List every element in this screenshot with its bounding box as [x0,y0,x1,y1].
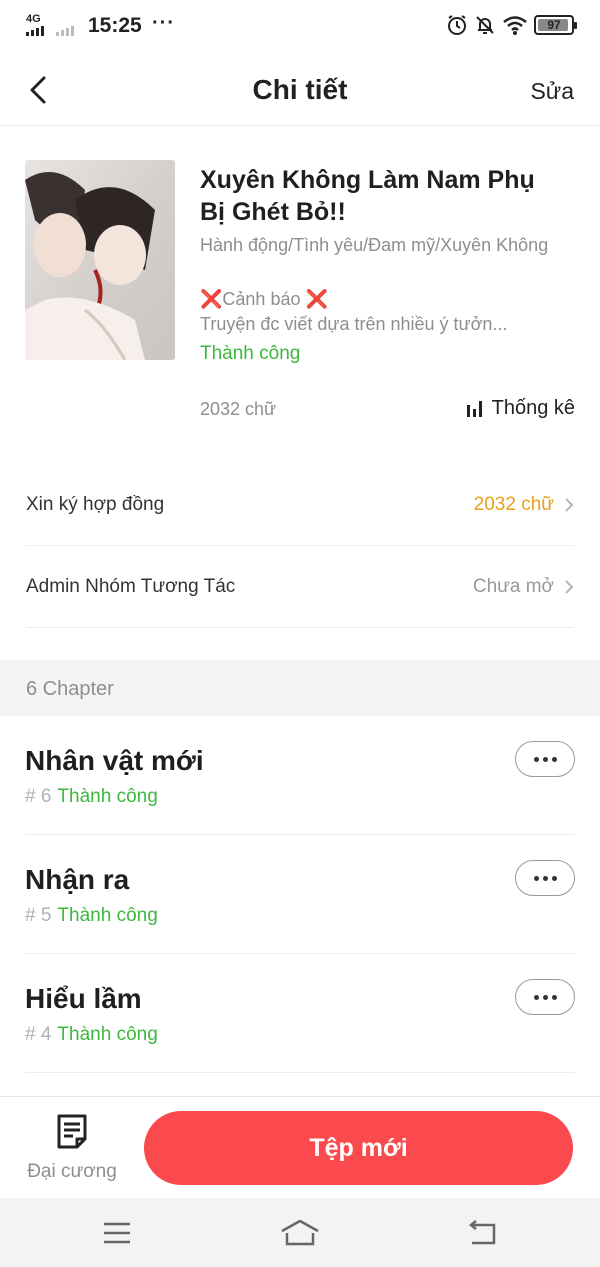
contract-request-row[interactable]: Xin ký hợp đồng 2032 chữ [26,464,574,546]
outline-label: Đại cương [27,1161,117,1182]
document-list-icon [57,1114,87,1149]
chapter-number: # 5 [25,905,52,926]
chapter-item[interactable]: Nhân vật mới # 6 Thành công [25,716,575,835]
clock: 15:25 [88,14,142,37]
back-nav-icon[interactable] [462,1216,502,1250]
book-title: Xuyên Không Làm Nam Phụ Bị Ghét Bỏ!! [200,166,535,226]
chapter-title: Hiểu lầm [25,983,142,1014]
new-file-button[interactable]: Tệp mới [144,1111,573,1185]
mute-bell-icon [476,16,494,34]
contract-request-label: Xin ký hợp đồng [26,493,165,515]
bar-chart-icon [466,400,482,417]
home-icon[interactable] [280,1216,320,1250]
chapter-section-header: 6 Chapter [0,660,600,716]
signal-icon: 4G [26,12,74,36]
battery-level: 97 [547,18,561,32]
chapter-status: Thành công [57,905,158,926]
book-cover-image[interactable] [25,160,175,360]
status-bar: 4G 15:25 ··· 97 [0,0,600,54]
book-info: Xuyên Không Làm Nam Phụ Bị Ghét Bỏ!! Hàn… [25,160,575,440]
group-admin-value: Chưa mở [472,575,554,597]
chapter-status: Thành công [57,786,158,807]
edit-button[interactable]: Sửa [530,78,574,105]
book-warning: ❌Cảnh báo ❌ [200,289,328,309]
book-status: Thành công [200,343,301,364]
system-nav-bar [0,1198,600,1267]
book-word-count: 2032 chữ [200,399,277,419]
chevron-right-icon [565,579,574,594]
chapter-more-button[interactable] [515,979,575,1015]
stats-button[interactable]: Thống kê [466,397,575,420]
book-description: Truyện đc viết dựa trên nhiều ý tưởn... [200,314,508,334]
contract-request-value: 2032 chữ [473,493,554,515]
chapter-count: 6 Chapter [26,678,114,700]
alarm-icon [448,15,466,35]
page-title: Chi tiết [252,74,348,105]
group-admin-label: Admin Nhóm Tương Tác [26,575,236,597]
chapter-more-button[interactable] [515,741,575,777]
top-nav-bar: Chi tiết Sửa [0,54,600,126]
group-admin-row[interactable]: Admin Nhóm Tương Tác Chưa mở [26,546,574,628]
signal-indicator: 4G [26,12,74,36]
chapter-title: Nhân vật mới [25,745,204,776]
network-type: 4G [26,13,41,25]
book-genres: Hành động/Tình yêu/Đam mỹ/Xuyên Không [200,235,549,255]
chapter-item[interactable]: Hiểu lầm # 4 Thành công [25,954,575,1073]
chapter-more-button[interactable] [515,860,575,896]
wifi-icon [503,16,527,35]
chapter-title: Nhận ra [25,864,130,895]
menu-icon[interactable] [97,1216,137,1250]
chapter-number: # 4 [25,1024,52,1045]
battery-icon: 97 [534,15,577,35]
chevron-right-icon [565,497,574,512]
chapter-number: # 6 [25,786,52,807]
chapter-status: Thành công [57,1024,158,1045]
chapter-item[interactable]: Nhận ra # 5 Thành công [25,835,575,954]
outline-button[interactable]: Đại cương [20,1111,124,1187]
stats-label: Thống kê [491,397,575,419]
more-notifications-icon: ··· [152,12,175,34]
bottom-action-bar: Đại cương Tệp mới [0,1096,600,1198]
